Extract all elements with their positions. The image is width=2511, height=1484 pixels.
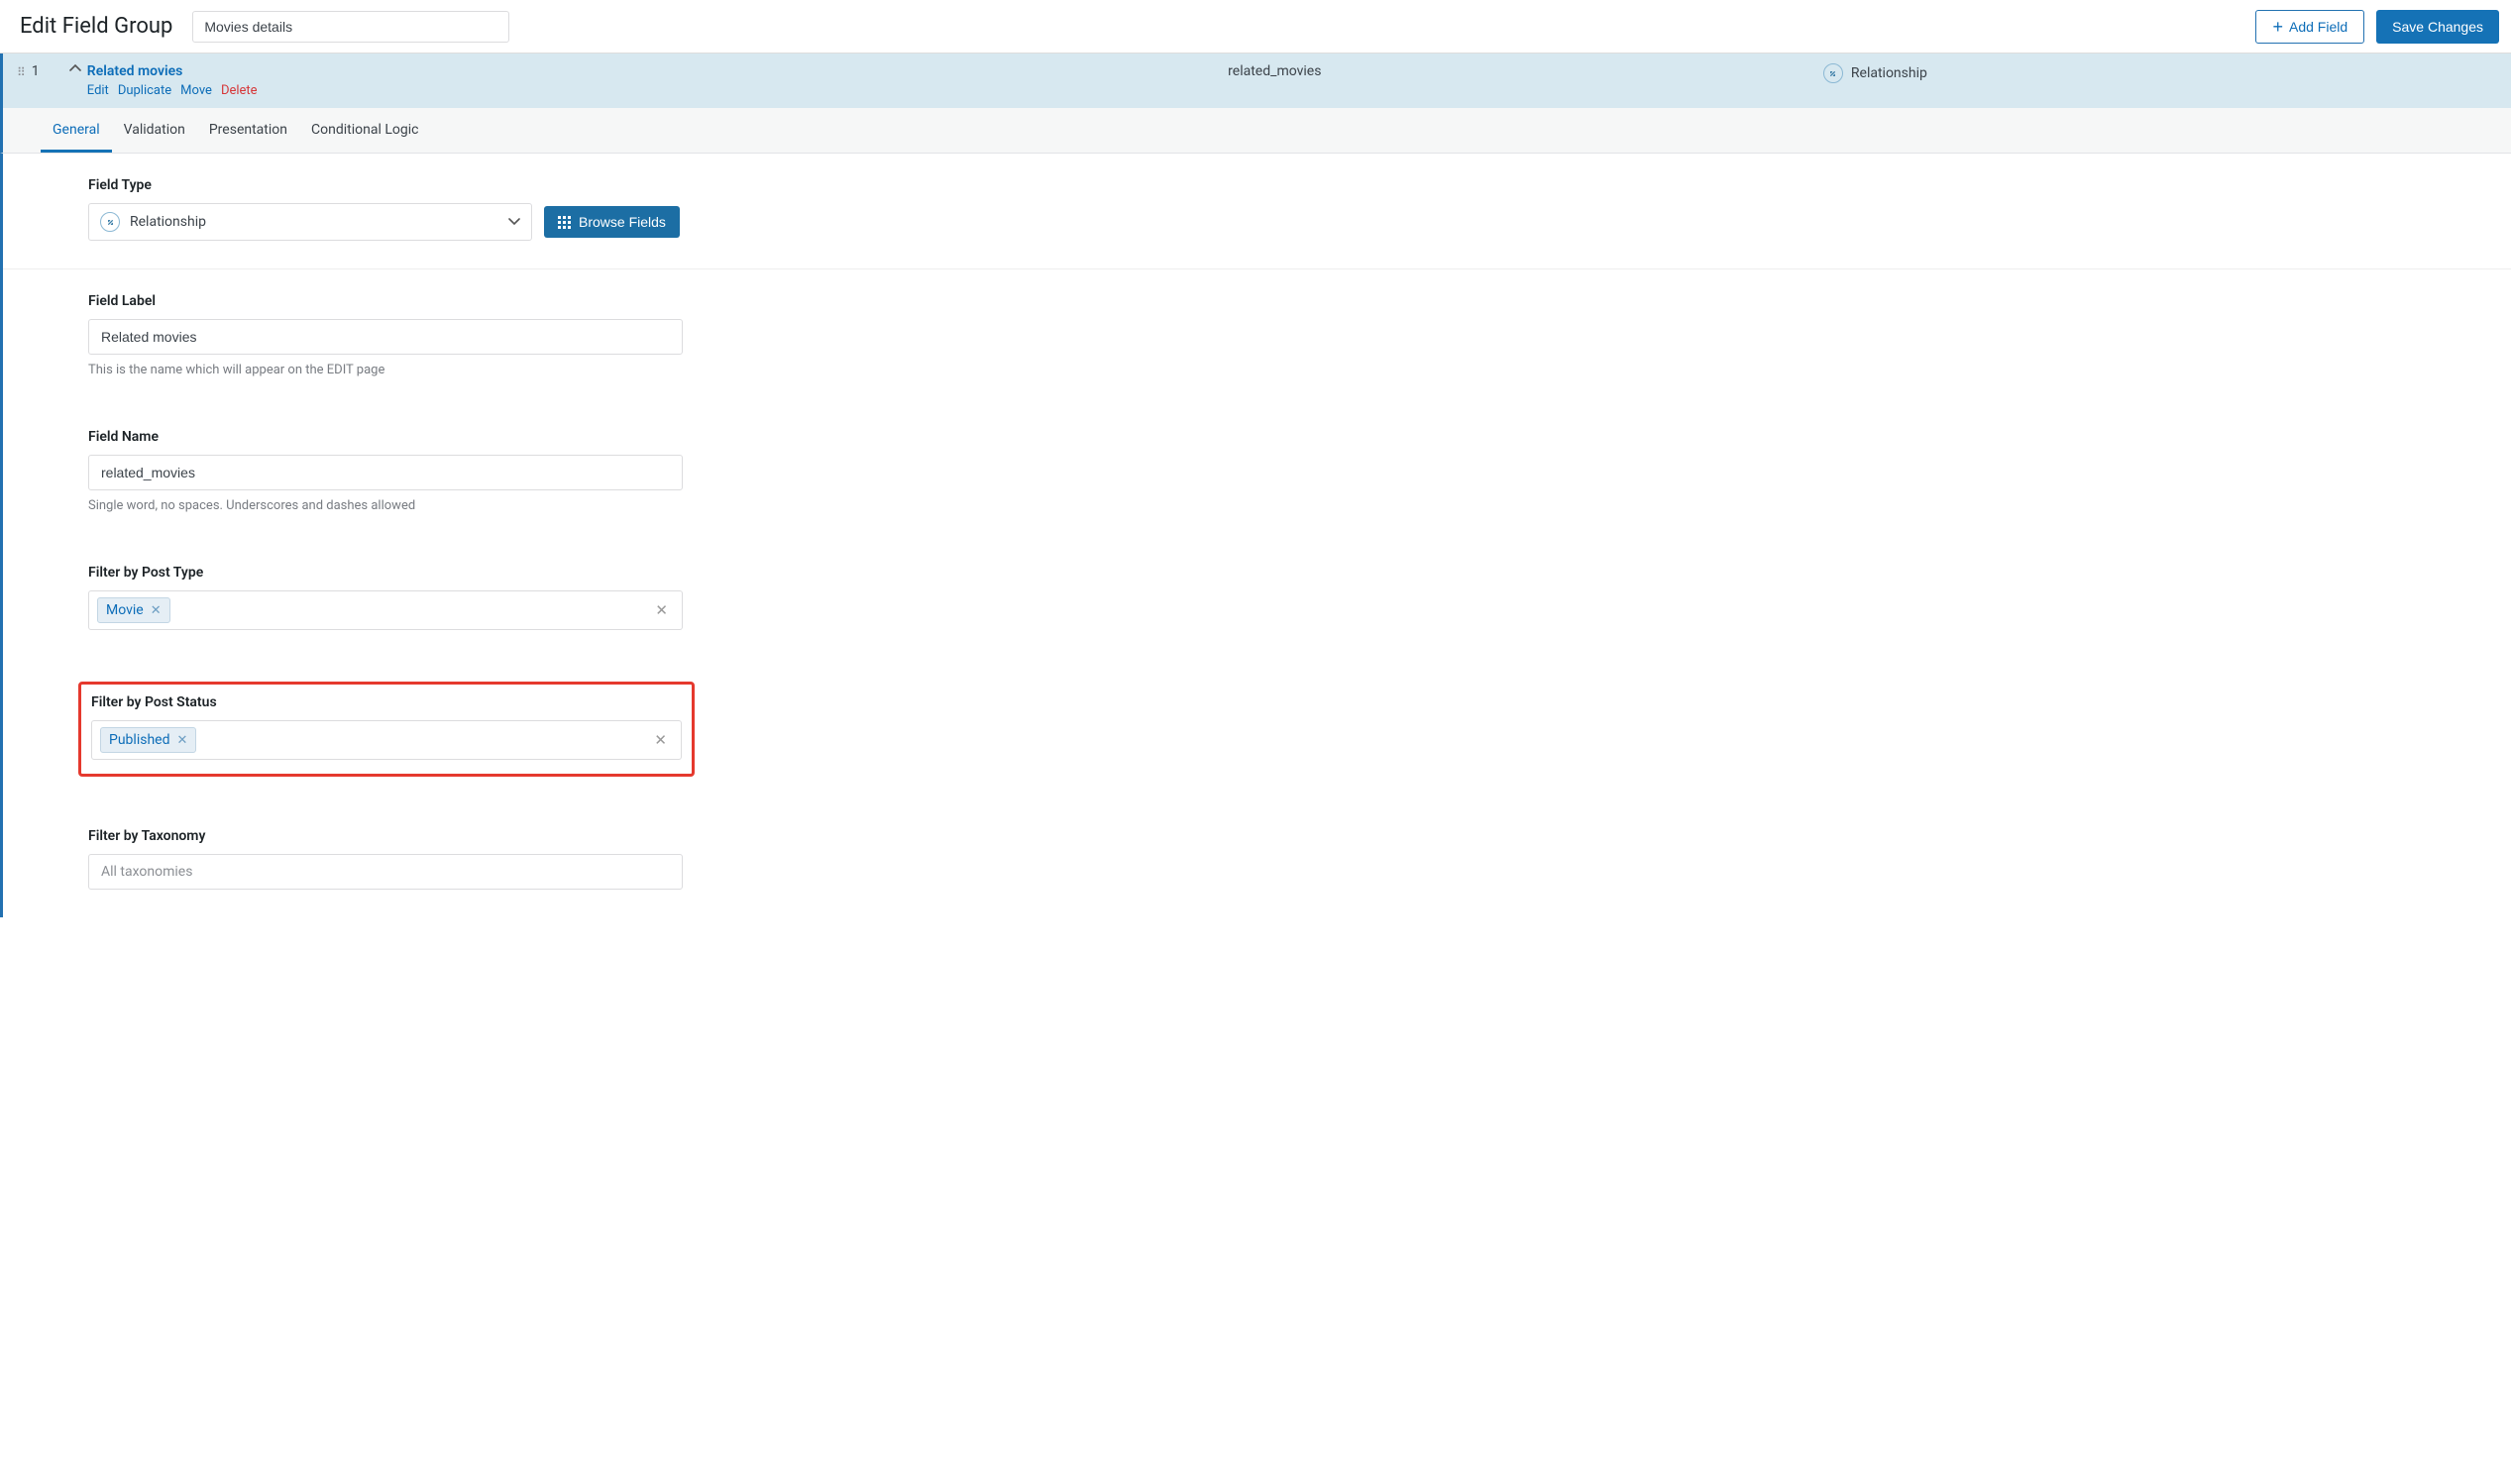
field-index: 1 (32, 63, 61, 79)
chevron-up-icon (69, 63, 81, 71)
tab-validation[interactable]: Validation (112, 108, 197, 153)
filter-post-type-label: Filter by Post Type (88, 565, 782, 581)
field-move-link[interactable]: Move (180, 83, 212, 98)
remove-tag-icon[interactable]: ✕ (151, 603, 162, 618)
field-edit-link[interactable]: Edit (87, 83, 109, 98)
field-type-select[interactable]: Relationship (88, 203, 532, 241)
field-name-helper: Single word, no spaces. Underscores and … (88, 498, 782, 513)
section-field-label: Field Label This is the name which will … (3, 269, 2511, 405)
relationship-icon (1823, 63, 1843, 83)
field-label-input[interactable] (88, 319, 683, 355)
filter-post-type-select[interactable]: Movie ✕ ✕ (88, 590, 683, 630)
field-label-label: Field Label (88, 293, 782, 309)
drag-handle-icon[interactable]: ⠿ (17, 63, 24, 79)
section-filter-post-type: Filter by Post Type Movie ✕ ✕ (3, 541, 2511, 658)
remove-tag-icon[interactable]: ✕ (176, 733, 187, 748)
tab-presentation[interactable]: Presentation (197, 108, 299, 153)
field-duplicate-link[interactable]: Duplicate (118, 83, 171, 98)
save-changes-button[interactable]: Save Changes (2376, 10, 2499, 44)
field-label-helper: This is the name which will appear on th… (88, 363, 782, 377)
tab-conditional-logic[interactable]: Conditional Logic (299, 108, 430, 153)
page-header: Edit Field Group Add Field Save Changes (0, 0, 2511, 53)
section-filter-post-status: Filter by Post Status Published ✕ ✕ (3, 658, 2511, 804)
field-type-label: Field Type (88, 177, 782, 193)
plus-icon (2272, 18, 2283, 36)
clear-select-icon[interactable]: ✕ (649, 601, 674, 619)
page-title: Edit Field Group (12, 8, 180, 45)
field-row: ⠿ 1 Related movies Edit Duplicate Move D… (0, 53, 2511, 108)
filter-post-status-select[interactable]: Published ✕ ✕ (91, 720, 682, 760)
tab-general[interactable]: General (41, 108, 112, 153)
relationship-icon (100, 212, 120, 232)
field-name-label: Field Name (88, 429, 782, 445)
clear-select-icon[interactable]: ✕ (648, 731, 673, 749)
field-title-link[interactable]: Related movies (87, 63, 1228, 79)
field-type-readonly: Relationship (1823, 63, 1927, 83)
tag-post-status: Published ✕ (100, 727, 196, 753)
field-delete-link[interactable]: Delete (221, 83, 258, 98)
collapse-toggle[interactable] (61, 63, 81, 73)
tag-post-type: Movie ✕ (97, 597, 170, 623)
add-field-label: Add Field (2289, 19, 2347, 35)
highlight-annotation: Filter by Post Status Published ✕ ✕ (78, 682, 695, 777)
browse-fields-button[interactable]: Browse Fields (544, 206, 680, 238)
filter-post-status-label: Filter by Post Status (91, 694, 682, 710)
add-field-button[interactable]: Add Field (2255, 10, 2364, 44)
filter-taxonomy-label: Filter by Taxonomy (88, 828, 782, 844)
filter-taxonomy-placeholder: All taxonomies (97, 861, 196, 883)
field-name-readonly: related_movies (1228, 63, 1823, 79)
chevron-down-icon (508, 218, 520, 226)
filter-taxonomy-select[interactable]: All taxonomies (88, 854, 683, 890)
group-name-input[interactable] (192, 11, 509, 43)
field-settings-tabs: General Validation Presentation Conditio… (0, 108, 2511, 154)
section-field-type: Field Type Relationship (3, 154, 2511, 269)
field-name-input[interactable] (88, 455, 683, 490)
grid-icon (558, 216, 571, 229)
section-filter-taxonomy: Filter by Taxonomy All taxonomies (3, 804, 2511, 917)
field-actions: Edit Duplicate Move Delete (87, 83, 1228, 98)
section-field-name: Field Name Single word, no spaces. Under… (3, 405, 2511, 541)
